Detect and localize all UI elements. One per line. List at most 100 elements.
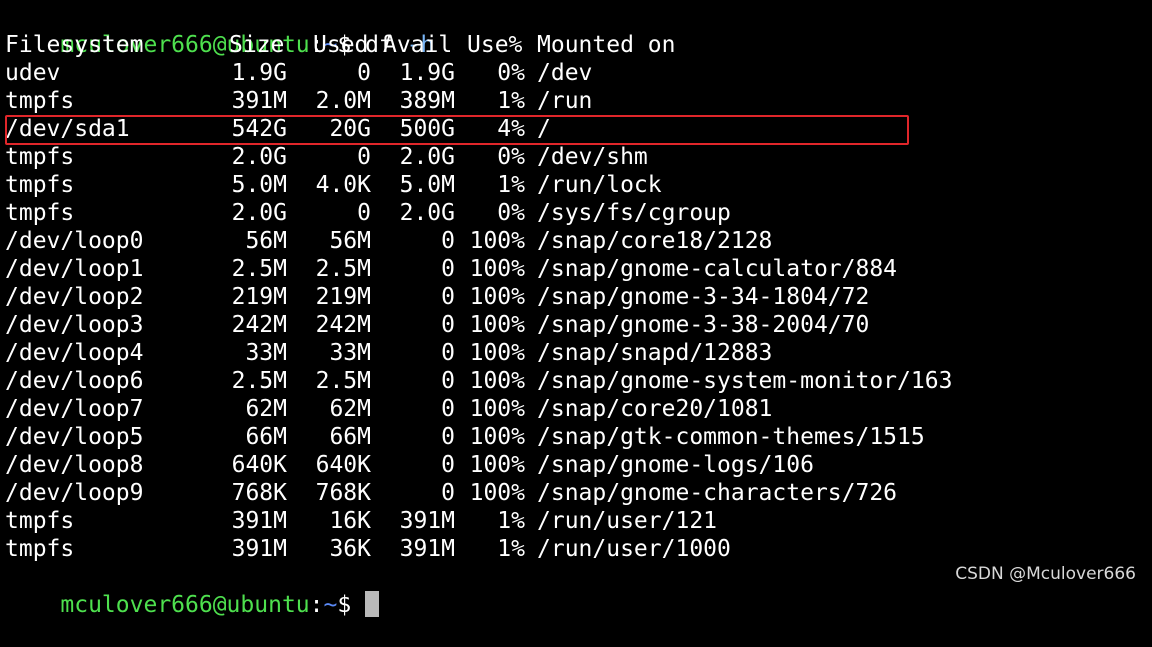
- cell-used: 66M: [329, 424, 371, 450]
- table-row: /dev/loop2 219M 219M 0 100% /snap/gnome-3-34-…: [5, 283, 1145, 311]
- cell-avail: 0: [441, 284, 455, 310]
- cell-size: 2.5M: [231, 256, 287, 282]
- cell-filesystem: /dev/loop1: [5, 256, 144, 282]
- cell-use-percent: 0%: [497, 200, 525, 226]
- cell-filesystem: tmpfs: [5, 88, 75, 114]
- cell-avail: 0: [441, 368, 455, 394]
- table-row: /dev/loop7 62M 62M 0 100% /snap/core20/1081: [5, 395, 1145, 423]
- cell-size: 1.9G: [231, 60, 287, 86]
- cell-avail: 2.0G: [399, 200, 455, 226]
- cell-used: 56M: [329, 228, 371, 254]
- cell-mounted-on: /snap/gnome-3-34-1804/72: [537, 284, 870, 310]
- cell-avail: 391M: [399, 536, 455, 562]
- cell-used: 36K: [329, 536, 371, 562]
- table-row: udev 1.9G 0 1.9G 0% /dev: [5, 59, 1145, 87]
- table-row: /dev/loop9 768K 768K 0 100% /snap/gnome-chara…: [5, 479, 1145, 507]
- table-row: tmpfs 391M 2.0M 389M 1% /run: [5, 87, 1145, 115]
- cell-use-percent: 100%: [469, 340, 525, 366]
- cell-size: 640K: [231, 452, 287, 478]
- cell-avail: 5.0M: [399, 172, 455, 198]
- cell-use-percent: 100%: [469, 312, 525, 338]
- table-row: /dev/loop0 56M 56M 0 100% /snap/core18/2128: [5, 227, 1145, 255]
- cell-size: 66M: [245, 424, 287, 450]
- table-row: /dev/loop6 2.5M 2.5M 0 100% /snap/gnome-syste…: [5, 367, 1145, 395]
- command-line: mculover666@ubuntu:~$ df -h: [5, 3, 434, 58]
- cell-mounted-on: /snap/core18/2128: [537, 228, 773, 254]
- prompt-line[interactable]: mculover666@ubuntu:~$: [5, 563, 380, 618]
- header-mounted-on: Mounted on: [537, 32, 676, 58]
- cell-use-percent: 0%: [497, 144, 525, 170]
- cell-size: 768K: [231, 480, 287, 506]
- prompt-path: ~: [323, 592, 338, 618]
- cell-mounted-on: /sys/fs/cgroup: [537, 200, 731, 226]
- cell-used: 33M: [329, 340, 371, 366]
- cell-avail: 0: [441, 452, 455, 478]
- cell-use-percent: 100%: [469, 452, 525, 478]
- cell-mounted-on: /snap/core20/1081: [537, 396, 773, 422]
- cell-use-percent: 100%: [469, 284, 525, 310]
- cell-mounted-on: /snap/gnome-calculator/884: [537, 256, 898, 282]
- cell-use-percent: 0%: [497, 60, 525, 86]
- header-use-percent: Use%: [467, 32, 523, 58]
- cell-used: 2.0M: [315, 88, 371, 114]
- prompt-symbol: $: [337, 592, 352, 618]
- table-row: tmpfs 2.0G 0 2.0G 0% /dev/shm: [5, 143, 1145, 171]
- cell-size: 5.0M: [231, 172, 287, 198]
- cell-used: 0: [357, 144, 371, 170]
- table-header: Filesystem Size Used Avail Use% Mounted …: [5, 31, 1145, 59]
- cell-filesystem: /dev/loop2: [5, 284, 144, 310]
- table-row: tmpfs 391M 36K 391M 1% /run/user/1000: [5, 535, 1145, 563]
- prompt-user-host: mculover666@ubuntu: [60, 592, 310, 618]
- cell-filesystem: tmpfs: [5, 508, 75, 534]
- cell-mounted-on: /run: [537, 88, 593, 114]
- cell-used: 2.5M: [315, 256, 371, 282]
- cell-avail: 0: [441, 480, 455, 506]
- cell-used: 0: [357, 200, 371, 226]
- cell-avail: 0: [441, 256, 455, 282]
- cell-use-percent: 100%: [469, 396, 525, 422]
- cell-size: 391M: [231, 508, 287, 534]
- cell-filesystem: /dev/loop8: [5, 452, 144, 478]
- cell-size: 56M: [245, 228, 287, 254]
- cell-filesystem: tmpfs: [5, 172, 75, 198]
- cell-used: 0: [357, 60, 371, 86]
- header-used: Used: [313, 32, 369, 58]
- cell-mounted-on: /snap/gnome-system-monitor/163: [537, 368, 953, 394]
- cell-use-percent: 1%: [497, 88, 525, 114]
- cell-avail: 0: [441, 424, 455, 450]
- cell-mounted-on: /dev: [537, 60, 593, 86]
- cell-size: 219M: [231, 284, 287, 310]
- highlight-box: [5, 115, 909, 145]
- cell-use-percent: 100%: [469, 256, 525, 282]
- cell-mounted-on: /snap/gnome-logs/106: [537, 452, 814, 478]
- cell-filesystem: tmpfs: [5, 536, 75, 562]
- cell-filesystem: /dev/loop0: [5, 228, 144, 254]
- cell-avail: 0: [441, 228, 455, 254]
- header-filesystem: Filesystem: [5, 32, 144, 58]
- cell-mounted-on: /run/user/1000: [537, 536, 731, 562]
- watermark: CSDN @Mculover666: [955, 564, 1136, 584]
- cell-filesystem: /dev/loop7: [5, 396, 144, 422]
- cell-avail: 1.9G: [399, 60, 455, 86]
- cell-use-percent: 100%: [469, 228, 525, 254]
- cell-filesystem: /dev/loop6: [5, 368, 144, 394]
- table-row: /dev/loop8 640K 640K 0 100% /snap/gnome-logs/…: [5, 451, 1145, 479]
- cell-size: 33M: [245, 340, 287, 366]
- terminal-window[interactable]: mculover666@ubuntu:~$ df -h Filesystem S…: [5, 3, 1145, 618]
- cell-avail: 2.0G: [399, 144, 455, 170]
- cell-size: 62M: [245, 396, 287, 422]
- header-avail: Avail: [383, 32, 453, 58]
- cell-filesystem: udev: [5, 60, 61, 86]
- cell-use-percent: 100%: [469, 368, 525, 394]
- cell-mounted-on: /snap/gnome-3-38-2004/70: [537, 312, 870, 338]
- cell-size: 391M: [231, 536, 287, 562]
- table-row: tmpfs 391M 16K 391M 1% /run/user/121: [5, 507, 1145, 535]
- cell-used: 640K: [315, 452, 371, 478]
- cell-size: 2.0G: [231, 144, 287, 170]
- cell-avail: 0: [441, 312, 455, 338]
- cell-used: 4.0K: [315, 172, 371, 198]
- cell-use-percent: 100%: [469, 480, 525, 506]
- cell-mounted-on: /dev/shm: [537, 144, 648, 170]
- cell-avail: 389M: [399, 88, 455, 114]
- cell-used: 16K: [329, 508, 371, 534]
